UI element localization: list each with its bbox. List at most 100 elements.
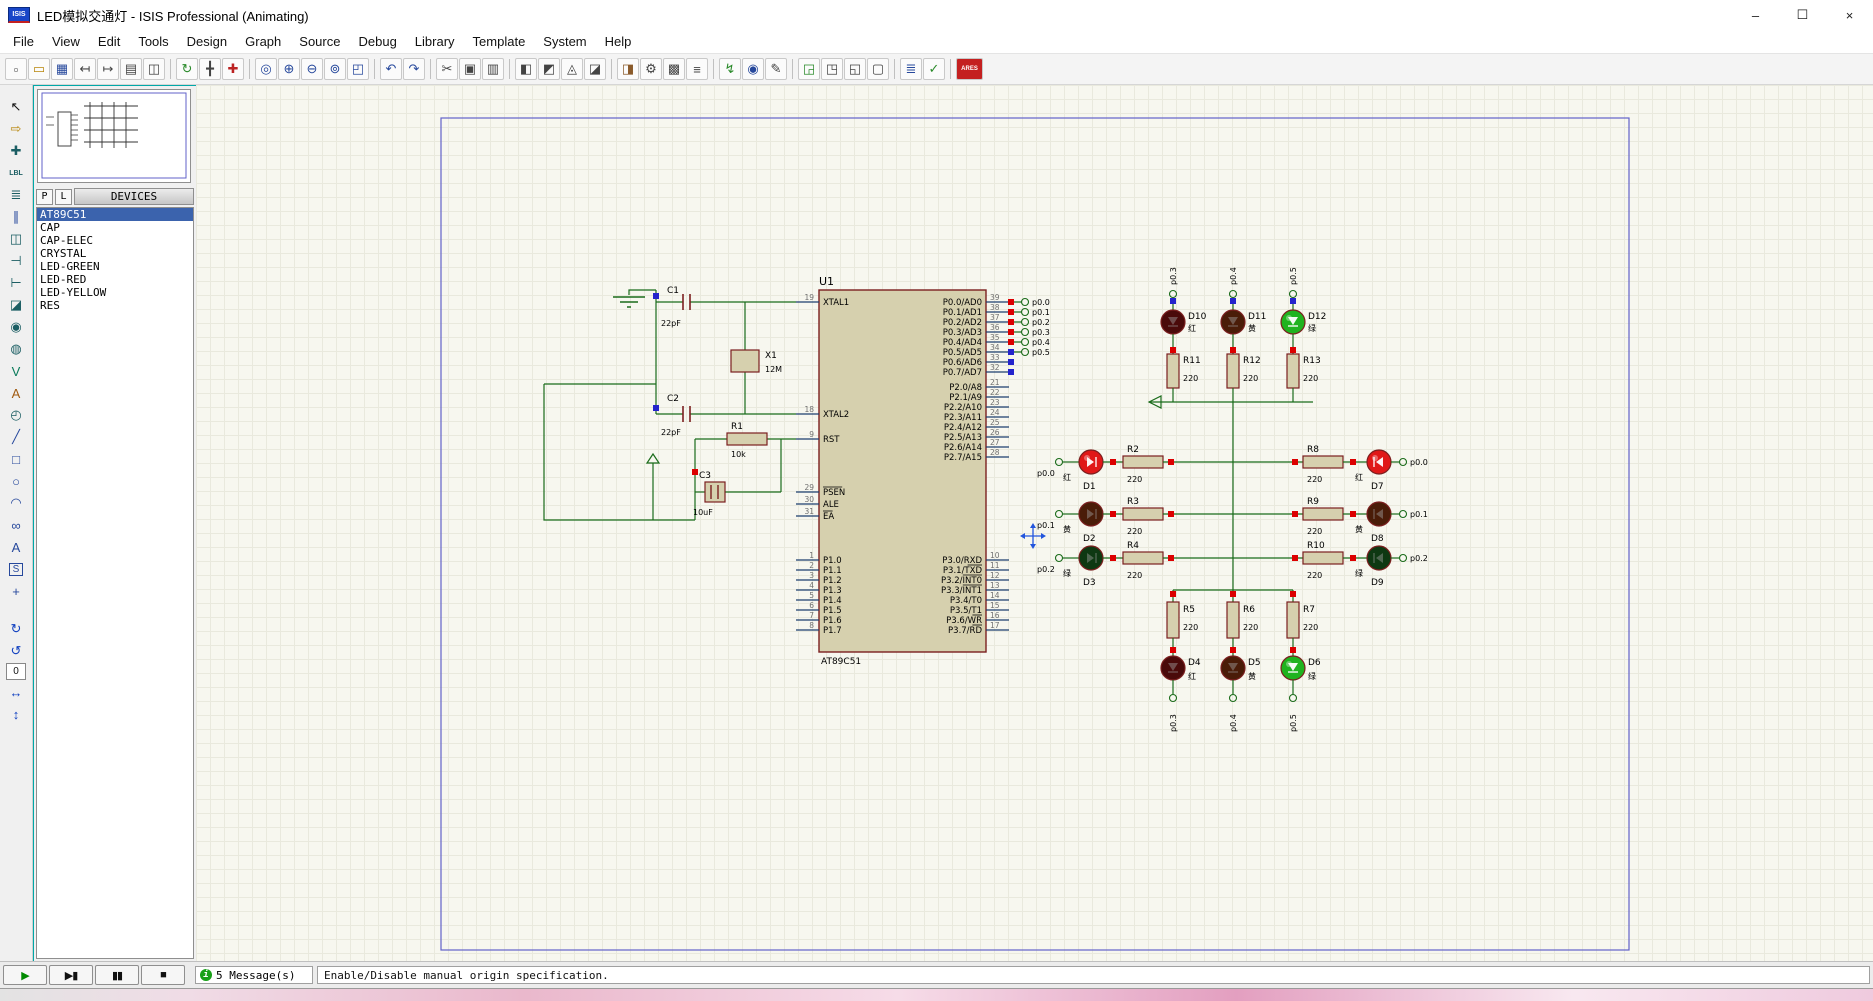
graphics-marker-icon[interactable]: + xyxy=(3,581,29,601)
net-terminal[interactable] xyxy=(1056,511,1063,518)
open-design-icon[interactable]: ▭ xyxy=(28,58,50,80)
net-terminal[interactable] xyxy=(1400,459,1407,466)
device-pin-mode-icon[interactable]: ⊢ xyxy=(3,273,29,293)
manual-origin-icon[interactable]: ✚ xyxy=(222,58,244,80)
maximize-button[interactable]: ☐ xyxy=(1779,0,1826,30)
graphics-line-icon[interactable]: ╱ xyxy=(3,427,29,447)
resistor-r6[interactable] xyxy=(1227,602,1239,638)
net-terminal[interactable] xyxy=(1230,695,1237,702)
ground-stub[interactable] xyxy=(629,290,656,295)
resistor-r4[interactable] xyxy=(1123,552,1163,564)
resistor-r8[interactable] xyxy=(1303,456,1343,468)
resistor-r3[interactable] xyxy=(1123,508,1163,520)
menu-view[interactable]: View xyxy=(43,32,89,51)
net-terminal[interactable] xyxy=(1170,695,1177,702)
resistor-r13[interactable] xyxy=(1287,354,1299,388)
message-box[interactable]: i 5 Message(s) xyxy=(195,966,313,984)
block-move-icon[interactable]: ◩ xyxy=(538,58,560,80)
net-terminal[interactable] xyxy=(1230,291,1237,298)
led-d7[interactable] xyxy=(1367,450,1391,474)
led-d8[interactable] xyxy=(1367,502,1391,526)
menu-design[interactable]: Design xyxy=(178,32,236,51)
graphics-arc-icon[interactable]: ◠ xyxy=(3,493,29,513)
menu-source[interactable]: Source xyxy=(290,32,349,51)
resistor-r5[interactable] xyxy=(1167,602,1179,638)
block-copy-icon[interactable]: ◧ xyxy=(515,58,537,80)
menu-system[interactable]: System xyxy=(534,32,595,51)
pick-device-icon[interactable]: ◨ xyxy=(617,58,639,80)
led-d3[interactable] xyxy=(1079,546,1103,570)
new-design-icon[interactable]: ▫ xyxy=(5,58,27,80)
new-sheet-icon[interactable]: ◳ xyxy=(821,58,843,80)
device-item-cap-elec[interactable]: CAP-ELEC xyxy=(37,234,193,247)
toggle-grid-icon[interactable]: ╋ xyxy=(199,58,221,80)
resistor-r12[interactable] xyxy=(1227,354,1239,388)
led-d10[interactable] xyxy=(1161,310,1185,334)
menu-debug[interactable]: Debug xyxy=(349,32,405,51)
crystal-x1[interactable] xyxy=(731,350,759,372)
junction-dot-mode-icon[interactable]: ✚ xyxy=(3,141,29,161)
rotation-angle-icon[interactable]: 0 xyxy=(6,663,26,680)
led-d9[interactable] xyxy=(1367,546,1391,570)
resistor-r2[interactable] xyxy=(1123,456,1163,468)
device-item-led-green[interactable]: LED-GREEN xyxy=(37,260,193,273)
graphics-path-icon[interactable]: ∞ xyxy=(3,515,29,535)
zoom-out-icon[interactable]: ⊖ xyxy=(301,58,323,80)
remove-sheet-icon[interactable]: ◱ xyxy=(844,58,866,80)
copy-icon[interactable]: ▣ xyxy=(459,58,481,80)
led-d12[interactable] xyxy=(1281,310,1305,334)
design-explorer-icon[interactable]: ◲ xyxy=(798,58,820,80)
overview-preview[interactable] xyxy=(37,89,191,183)
menu-help[interactable]: Help xyxy=(596,32,641,51)
library-manager-button[interactable]: L xyxy=(55,189,72,205)
net-terminal[interactable] xyxy=(1400,555,1407,562)
netlist-to-ares-icon[interactable]: ARES xyxy=(956,58,983,80)
zoom-all-icon[interactable]: ⊚ xyxy=(324,58,346,80)
graph-mode-icon[interactable]: ◪ xyxy=(3,295,29,315)
undo-icon[interactable]: ↶ xyxy=(380,58,402,80)
step-button[interactable]: ▶▮ xyxy=(49,965,93,985)
bus-mode-icon[interactable]: ∥ xyxy=(3,207,29,227)
play-button[interactable]: ▶ xyxy=(3,965,47,985)
menu-tools[interactable]: Tools xyxy=(129,32,177,51)
device-item-crystal[interactable]: CRYSTAL xyxy=(37,247,193,260)
search-tag-icon[interactable]: ◉ xyxy=(742,58,764,80)
device-item-res[interactable]: RES xyxy=(37,299,193,312)
net-terminal[interactable] xyxy=(1022,349,1029,356)
net-terminal[interactable] xyxy=(1022,299,1029,306)
component-mode-icon[interactable]: ⇨ xyxy=(3,119,29,139)
resistor-r10[interactable] xyxy=(1303,552,1343,564)
led-d2[interactable] xyxy=(1079,502,1103,526)
paste-icon[interactable]: ▥ xyxy=(482,58,504,80)
redo-icon[interactable]: ↷ xyxy=(403,58,425,80)
mark-output-area-icon[interactable]: ◫ xyxy=(143,58,165,80)
graphics-box-icon[interactable]: □ xyxy=(3,449,29,469)
net-terminal[interactable] xyxy=(1022,329,1029,336)
voltage-probe-mode-icon[interactable]: V xyxy=(3,361,29,381)
block-rotate-icon[interactable]: ◬ xyxy=(561,58,583,80)
subcircuit-mode-icon[interactable]: ◫ xyxy=(3,229,29,249)
close-button[interactable]: × xyxy=(1826,0,1873,30)
property-assignment-icon[interactable]: ✎ xyxy=(765,58,787,80)
wire-label-mode-icon[interactable]: LBL xyxy=(3,163,29,183)
mirror-horizontal-icon[interactable]: ↔ xyxy=(3,682,29,702)
wire-autorouter-icon[interactable]: ↯ xyxy=(719,58,741,80)
capacitor-c3[interactable] xyxy=(705,482,725,502)
resistor-r7[interactable] xyxy=(1287,602,1299,638)
electrical-rule-check-icon[interactable]: ✓ xyxy=(923,58,945,80)
led-d6[interactable] xyxy=(1281,656,1305,680)
save-design-icon[interactable]: ▦ xyxy=(51,58,73,80)
menu-graph[interactable]: Graph xyxy=(236,32,290,51)
pan-icon[interactable]: ◎ xyxy=(255,58,277,80)
graphics-circle-icon[interactable]: ○ xyxy=(3,471,29,491)
block-delete-icon[interactable]: ◪ xyxy=(584,58,606,80)
graphics-symbol-icon[interactable]: S xyxy=(3,559,29,579)
goto-sheet-icon[interactable]: ▢ xyxy=(867,58,889,80)
device-item-led-yellow[interactable]: LED-YELLOW xyxy=(37,286,193,299)
menu-template[interactable]: Template xyxy=(464,32,535,51)
resistor-r1[interactable] xyxy=(727,433,767,445)
net-terminal[interactable] xyxy=(1290,695,1297,702)
make-device-icon[interactable]: ⚙ xyxy=(640,58,662,80)
resistor-r11[interactable] xyxy=(1167,354,1179,388)
redraw-icon[interactable]: ↻ xyxy=(176,58,198,80)
